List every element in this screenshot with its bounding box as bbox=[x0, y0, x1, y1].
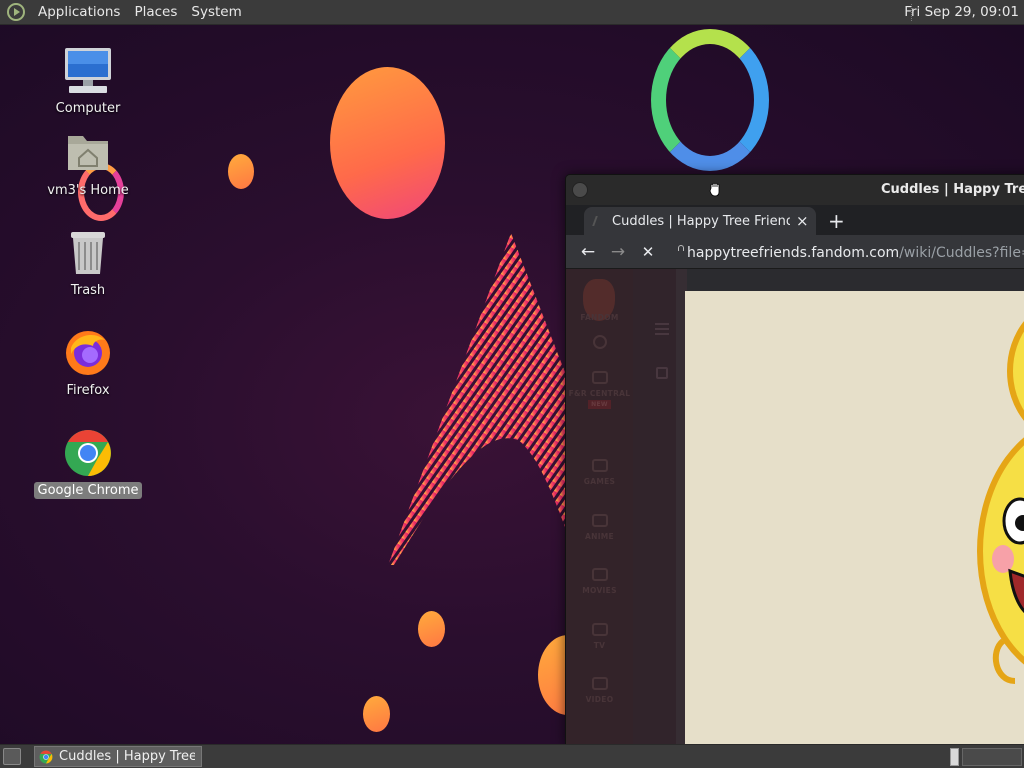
menu-icon[interactable] bbox=[655, 323, 669, 325]
desktop-icon-label: vm3's Home bbox=[47, 183, 129, 198]
clock[interactable]: Fri Sep 29, 09:01 bbox=[904, 4, 1019, 20]
browser-window[interactable]: Cuddles | Happy Tree Fr Cuddles | Happy … bbox=[565, 174, 1024, 746]
wallpaper-ring bbox=[651, 29, 769, 171]
desktop-icon-firefox[interactable]: Firefox bbox=[33, 328, 143, 399]
nav-tv[interactable]: TV bbox=[566, 623, 633, 650]
nav-games[interactable]: GAMES bbox=[566, 459, 633, 486]
tab-strip: Cuddles | Happy Tree Friends W × + bbox=[566, 205, 1024, 235]
window-titlebar[interactable]: Cuddles | Happy Tree Fr bbox=[566, 175, 1024, 205]
chrome-icon bbox=[63, 428, 113, 478]
wallpaper-small-blob bbox=[228, 154, 254, 189]
nav-video[interactable]: VIDEO bbox=[566, 677, 633, 704]
url-path: /wiki/Cuddles?file=Cu bbox=[899, 245, 1024, 261]
lightbox-image[interactable] bbox=[685, 291, 1024, 745]
show-desktop-icon[interactable] bbox=[3, 748, 21, 765]
bottom-panel: Cuddles | Happy Tree... bbox=[0, 744, 1024, 768]
workspace-switcher-active[interactable] bbox=[950, 748, 959, 766]
wallpaper-small-blob bbox=[418, 611, 445, 647]
wallpaper-small-blob bbox=[363, 696, 390, 732]
back-button[interactable]: ← bbox=[573, 242, 603, 262]
workspace-switcher[interactable] bbox=[962, 748, 1022, 766]
browser-toolbar: ← → ✕ happytreefriends.fandom.com /wiki/… bbox=[566, 235, 1024, 269]
stop-loading-button[interactable]: ✕ bbox=[633, 243, 663, 261]
trash-icon bbox=[63, 228, 113, 278]
menu-system[interactable]: System bbox=[184, 4, 248, 20]
desktop-icon-trash[interactable]: Trash bbox=[33, 228, 143, 299]
home-folder-icon bbox=[63, 128, 113, 178]
top-panel: Applications Places System Fri Sep 29, 0… bbox=[0, 0, 1024, 25]
desktop-icon-home[interactable]: vm3's Home bbox=[33, 128, 143, 199]
grab-cursor-icon bbox=[709, 182, 720, 197]
search-icon[interactable] bbox=[566, 335, 633, 354]
nav-fr-central[interactable]: F&R CENTRAL NEW bbox=[566, 371, 633, 409]
loading-favicon-icon bbox=[592, 216, 606, 226]
menu-applications[interactable]: Applications bbox=[31, 4, 127, 20]
nav-movies[interactable]: MOVIES bbox=[566, 568, 633, 595]
desktop-icon-chrome[interactable]: Google Chrome bbox=[33, 428, 143, 499]
chrome-icon bbox=[39, 750, 53, 763]
window-menu-button[interactable] bbox=[572, 182, 588, 198]
window-title: Cuddles | Happy Tree Fr bbox=[881, 182, 1024, 197]
computer-icon bbox=[63, 46, 113, 96]
tab-title: Cuddles | Happy Tree Friends W bbox=[612, 213, 790, 229]
menu-places[interactable]: Places bbox=[127, 4, 184, 20]
desktop-icon-label: Firefox bbox=[66, 383, 110, 398]
lock-page-icon[interactable] bbox=[656, 367, 668, 379]
nav-anime[interactable]: ANIME bbox=[566, 514, 633, 541]
url-host: happytreefriends.fandom.com bbox=[687, 245, 900, 261]
cuddles-character-image bbox=[977, 321, 1024, 684]
forward-button[interactable]: → bbox=[603, 242, 633, 262]
distro-menu-icon[interactable] bbox=[7, 3, 25, 21]
desktop-icon-label: Trash bbox=[70, 283, 106, 298]
wiki-sidebar bbox=[633, 269, 687, 745]
desktop-icon-label: Computer bbox=[55, 101, 121, 116]
desktop-icon-computer[interactable]: Computer bbox=[33, 46, 143, 117]
wallpaper-orange-blob bbox=[330, 67, 445, 219]
new-badge: NEW bbox=[588, 400, 611, 409]
task-label: Cuddles | Happy Tree... bbox=[59, 749, 195, 764]
address-bar[interactable]: happytreefriends.fandom.com /wiki/Cuddle… bbox=[676, 240, 1024, 266]
nav-fandom[interactable]: FANDOM bbox=[566, 313, 633, 322]
firefox-icon bbox=[63, 328, 113, 378]
desktop-icon-label: Google Chrome bbox=[33, 482, 143, 499]
arch-logo-shape bbox=[388, 233, 568, 565]
taskbar-chrome-task[interactable]: Cuddles | Happy Tree... bbox=[34, 746, 202, 767]
browser-tab[interactable]: Cuddles | Happy Tree Friends W × bbox=[584, 207, 816, 235]
fandom-global-nav: FANDOM F&R CENTRAL NEW GAMES ANIME MOVIE… bbox=[566, 269, 633, 745]
close-tab-icon[interactable]: × bbox=[796, 212, 809, 230]
new-tab-button[interactable]: + bbox=[828, 209, 845, 233]
web-page: FANDOM F&R CENTRAL NEW GAMES ANIME MOVIE… bbox=[566, 269, 1024, 745]
